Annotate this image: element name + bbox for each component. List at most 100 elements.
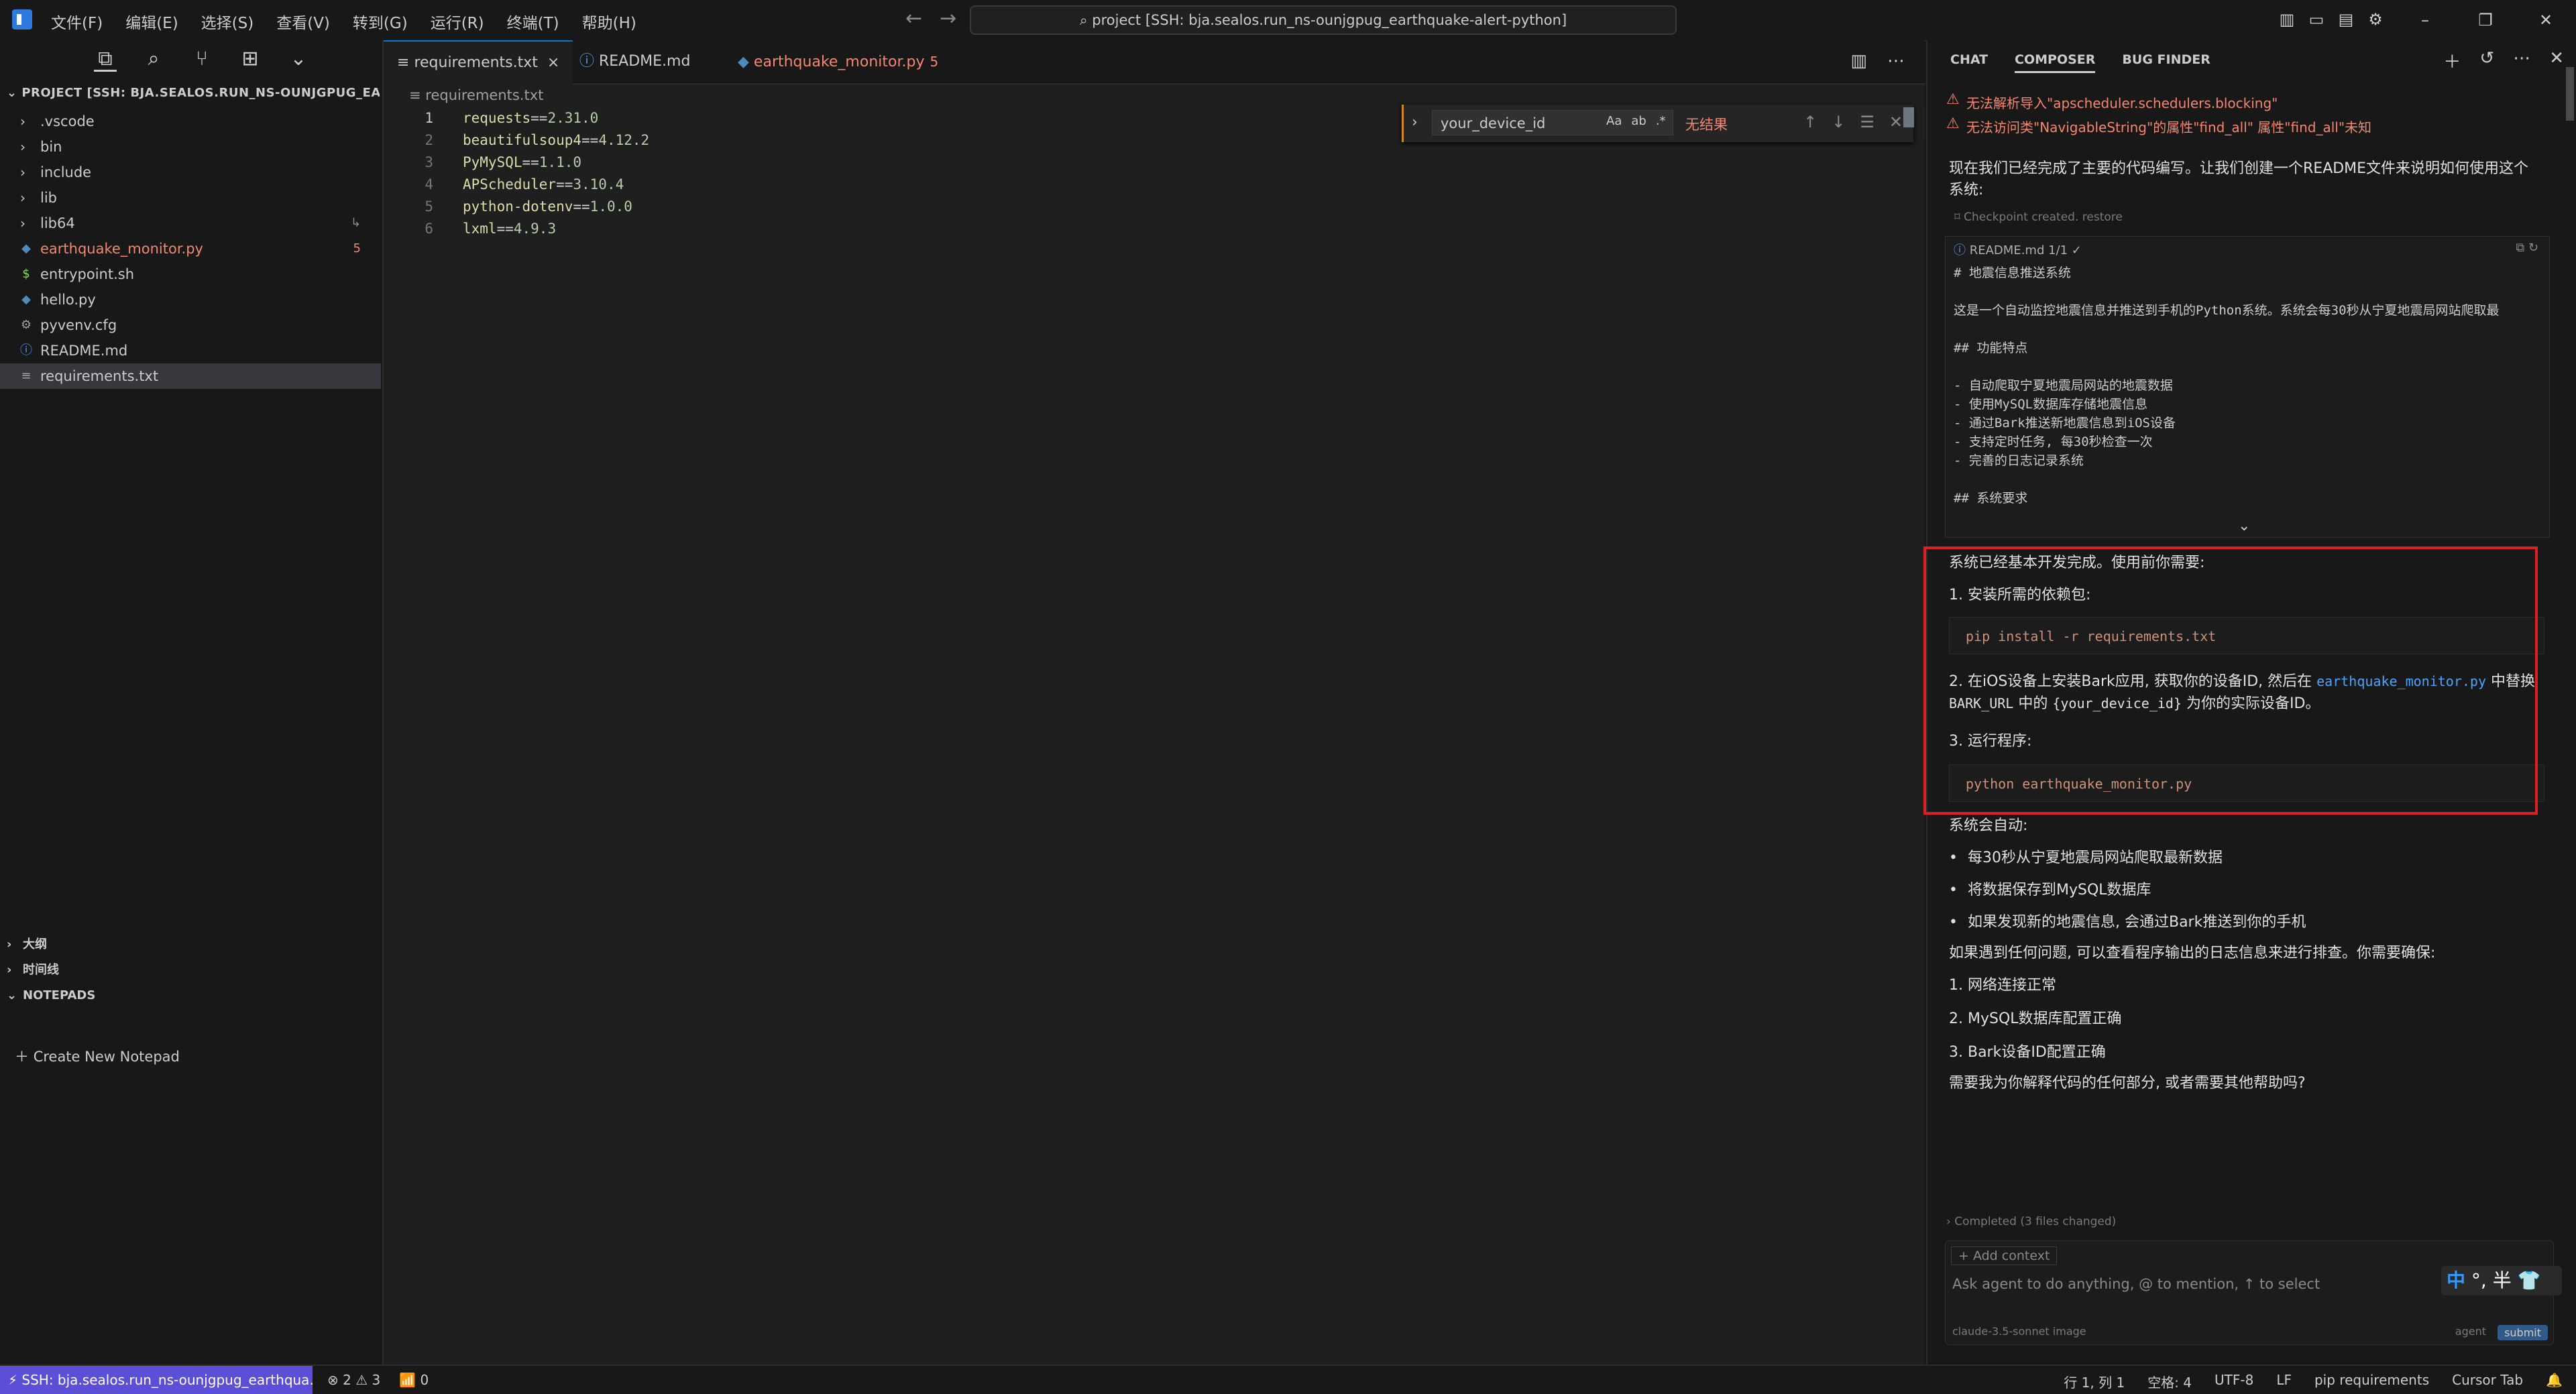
menu-file[interactable]: 文件(F) [51, 10, 103, 33]
maximize-button[interactable]: ❐ [2455, 11, 2516, 30]
project-header[interactable]: ⌄ PROJECT [SSH: BJA.SEALOS.RUN_NS-OUNJGP… [7, 86, 380, 100]
back-arrow-icon[interactable]: ← [905, 7, 922, 30]
encoding[interactable]: UTF-8 [2215, 1372, 2253, 1391]
auto-heading: 系统会自动: [1949, 817, 2028, 834]
checkpoint-label: Checkpoint created. restore [1964, 211, 2123, 224]
cursor-position[interactable]: 行 1, 列 1 [2064, 1372, 2125, 1391]
find-in-selection-icon[interactable]: ☰ [1860, 113, 1874, 131]
add-context-button[interactable]: + Add context [1951, 1246, 2058, 1265]
tree-item[interactable]: ◆ earthquake_monitor.py 5 [0, 236, 381, 262]
more-actions-icon[interactable]: ⋯ [1887, 51, 1905, 71]
toggle-panel-icon[interactable]: ▭ [2306, 10, 2327, 30]
file-card-header[interactable]: ⓘ README.md 1/1 ✓ [1954, 241, 2082, 258]
close-window-button[interactable]: ✕ [2516, 11, 2576, 30]
command-center[interactable]: ⌕ project [SSH: bja.sealos.run_ns-ounjgp… [970, 5, 1677, 35]
completed-summary[interactable]: › Completed (3 files changed) [1946, 1215, 2550, 1228]
create-notepad-button[interactable]: ＋ Create New Notepad [15, 1046, 180, 1066]
menu-view[interactable]: 查看(V) [276, 10, 330, 33]
problems-indicator[interactable]: ⊗ 2 ⚠ 3 [327, 1372, 380, 1388]
bell-icon[interactable]: 🔔 [2546, 1372, 2563, 1391]
tree-item[interactable]: › lib [0, 185, 381, 211]
ports-indicator[interactable]: 📶 0 [399, 1372, 429, 1388]
package-name: requests [463, 110, 531, 126]
tab-chat[interactable]: CHAT [1950, 52, 1988, 73]
source-control-icon[interactable]: ⑂ [190, 47, 213, 70]
chevron-right-icon[interactable]: › [1412, 114, 1418, 131]
arrow-down-icon[interactable]: ↓ [1832, 113, 1845, 131]
tab-earthquake-monitor[interactable]: ◆ earthquake_monitor.py 5 [724, 40, 952, 83]
tree-item[interactable]: ⚙ pyvenv.cfg [0, 312, 381, 338]
chevron-down-icon[interactable]: ⌄ [2238, 518, 2250, 534]
close-icon[interactable]: ✕ [2549, 48, 2564, 73]
remote-icon: ⚡ [8, 1372, 22, 1388]
forward-arrow-icon[interactable]: → [940, 7, 956, 30]
end-of-line[interactable]: LF [2276, 1372, 2292, 1391]
tab-readme[interactable]: ⓘ README.md [566, 40, 704, 83]
submit-button[interactable]: submit [2498, 1325, 2548, 1340]
ime-toolbar[interactable]: 中 °, 半 👕 [2441, 1266, 2562, 1295]
minimize-button[interactable]: – [2395, 11, 2455, 30]
tab-bug-finder[interactable]: BUG FINDER [2122, 52, 2210, 73]
refresh-icon[interactable]: ↻ [2528, 241, 2538, 255]
file-card-body: # 地震信息推送系统 这是一个自动监控地震信息并推送到手机的Python系统。系… [1954, 266, 2500, 506]
history-icon[interactable]: ↺ [2479, 48, 2494, 73]
menu-selection[interactable]: 选择(S) [201, 10, 254, 33]
menu-run[interactable]: 运行(R) [431, 10, 484, 33]
extensions-icon[interactable]: ⊞ [239, 47, 262, 70]
tree-item[interactable]: ◆ hello.py [0, 287, 381, 312]
agent-mode[interactable]: agent [2455, 1325, 2486, 1338]
line-number: 4 [425, 176, 433, 192]
menu-go[interactable]: 转到(G) [353, 10, 408, 33]
tree-item[interactable]: › lib64 ↳ [0, 211, 381, 236]
menu-terminal[interactable]: 终端(T) [507, 10, 559, 33]
tab-requirements[interactable]: ≡ requirements.txt × [384, 40, 573, 84]
more-actions-icon[interactable]: ⋯ [2513, 48, 2530, 73]
tree-item[interactable]: $ entrypoint.sh [0, 262, 381, 287]
model-selector[interactable]: claude-3.5-sonnet image [1952, 1325, 2086, 1338]
search-icon[interactable]: ⌕ [142, 47, 165, 70]
indentation[interactable]: 空格: 4 [2147, 1372, 2192, 1391]
copy-icon[interactable]: ⧉ [2516, 241, 2524, 255]
tree-item-label: .vscode [40, 113, 95, 129]
menu-edit[interactable]: 编辑(E) [125, 10, 178, 33]
regex-toggle[interactable]: .* [1656, 114, 1666, 128]
gear-icon[interactable]: ⚙ [2365, 10, 2386, 30]
menu-help[interactable]: 帮助(H) [582, 10, 636, 33]
notepads-section[interactable]: ⌄ NOTEPADS [0, 983, 404, 1008]
tree-item[interactable]: › include [0, 160, 381, 185]
cursor-tab[interactable]: Cursor Tab [2452, 1372, 2523, 1391]
toggle-sidebar-icon[interactable]: ▥ [2277, 10, 2297, 30]
tree-item[interactable]: › bin [0, 134, 381, 160]
whole-word-toggle[interactable]: ab [1631, 114, 1646, 128]
tree-item[interactable]: ⓘ README.md [0, 338, 381, 363]
info-file-icon: ⓘ [20, 343, 32, 357]
timeline-section[interactable]: › 时间线 [0, 957, 404, 983]
minimap[interactable] [1903, 107, 1914, 127]
explorer-icon[interactable]: ⧉ [94, 47, 117, 72]
plus-icon: ＋ [15, 1049, 34, 1065]
tree-item[interactable]: ≡ requirements.txt [0, 363, 381, 389]
match-case-toggle[interactable]: Aa [1606, 114, 1622, 128]
find-result-count: 无结果 [1685, 117, 1728, 133]
checkpoint-note[interactable]: ⌑ Checkpoint created. restore [1954, 211, 2123, 224]
trouble-text: 如果遇到任何问题, 可以查看程序输出的日志信息来进行排查。你需要确保: [1949, 945, 2436, 962]
info-file-icon: ⓘ [1954, 243, 1970, 257]
sidebar-toolbar: ⧉ ⌕ ⑂ ⊞ ⌄ [94, 47, 310, 72]
code-line: 4 APScheduler==3.10.4 [384, 174, 1925, 196]
arrow-up-icon[interactable]: ↑ [1803, 113, 1817, 131]
remote-indicator[interactable]: ⚡ SSH: bja.sealos.run_ns-ounjgpug_earthq… [0, 1366, 313, 1394]
close-icon[interactable]: × [547, 54, 559, 71]
breadcrumb[interactable]: ≡ requirements.txt [409, 87, 543, 103]
outline-section[interactable]: › 大纲 [0, 932, 404, 957]
tab-composer[interactable]: COMPOSER [2015, 52, 2096, 73]
toggle-secondary-sidebar-icon[interactable]: ▤ [2336, 10, 2356, 30]
panel-scrollbar[interactable] [2566, 67, 2574, 121]
language-mode[interactable]: pip requirements [2314, 1372, 2429, 1391]
close-icon[interactable]: ✕ [1889, 113, 1903, 131]
list-item: 如果发现新的地震信息, 会通过Bark推送到你的手机 [1949, 907, 2539, 939]
chevron-down-icon[interactable]: ⌄ [287, 47, 310, 70]
tree-item[interactable]: › .vscode [0, 109, 381, 134]
composer-input[interactable]: Ask agent to do anything, @ to mention, … [1952, 1276, 2320, 1292]
split-editor-icon[interactable]: ▥ [1850, 51, 1867, 71]
plus-icon[interactable]: ＋ [2443, 48, 2461, 73]
